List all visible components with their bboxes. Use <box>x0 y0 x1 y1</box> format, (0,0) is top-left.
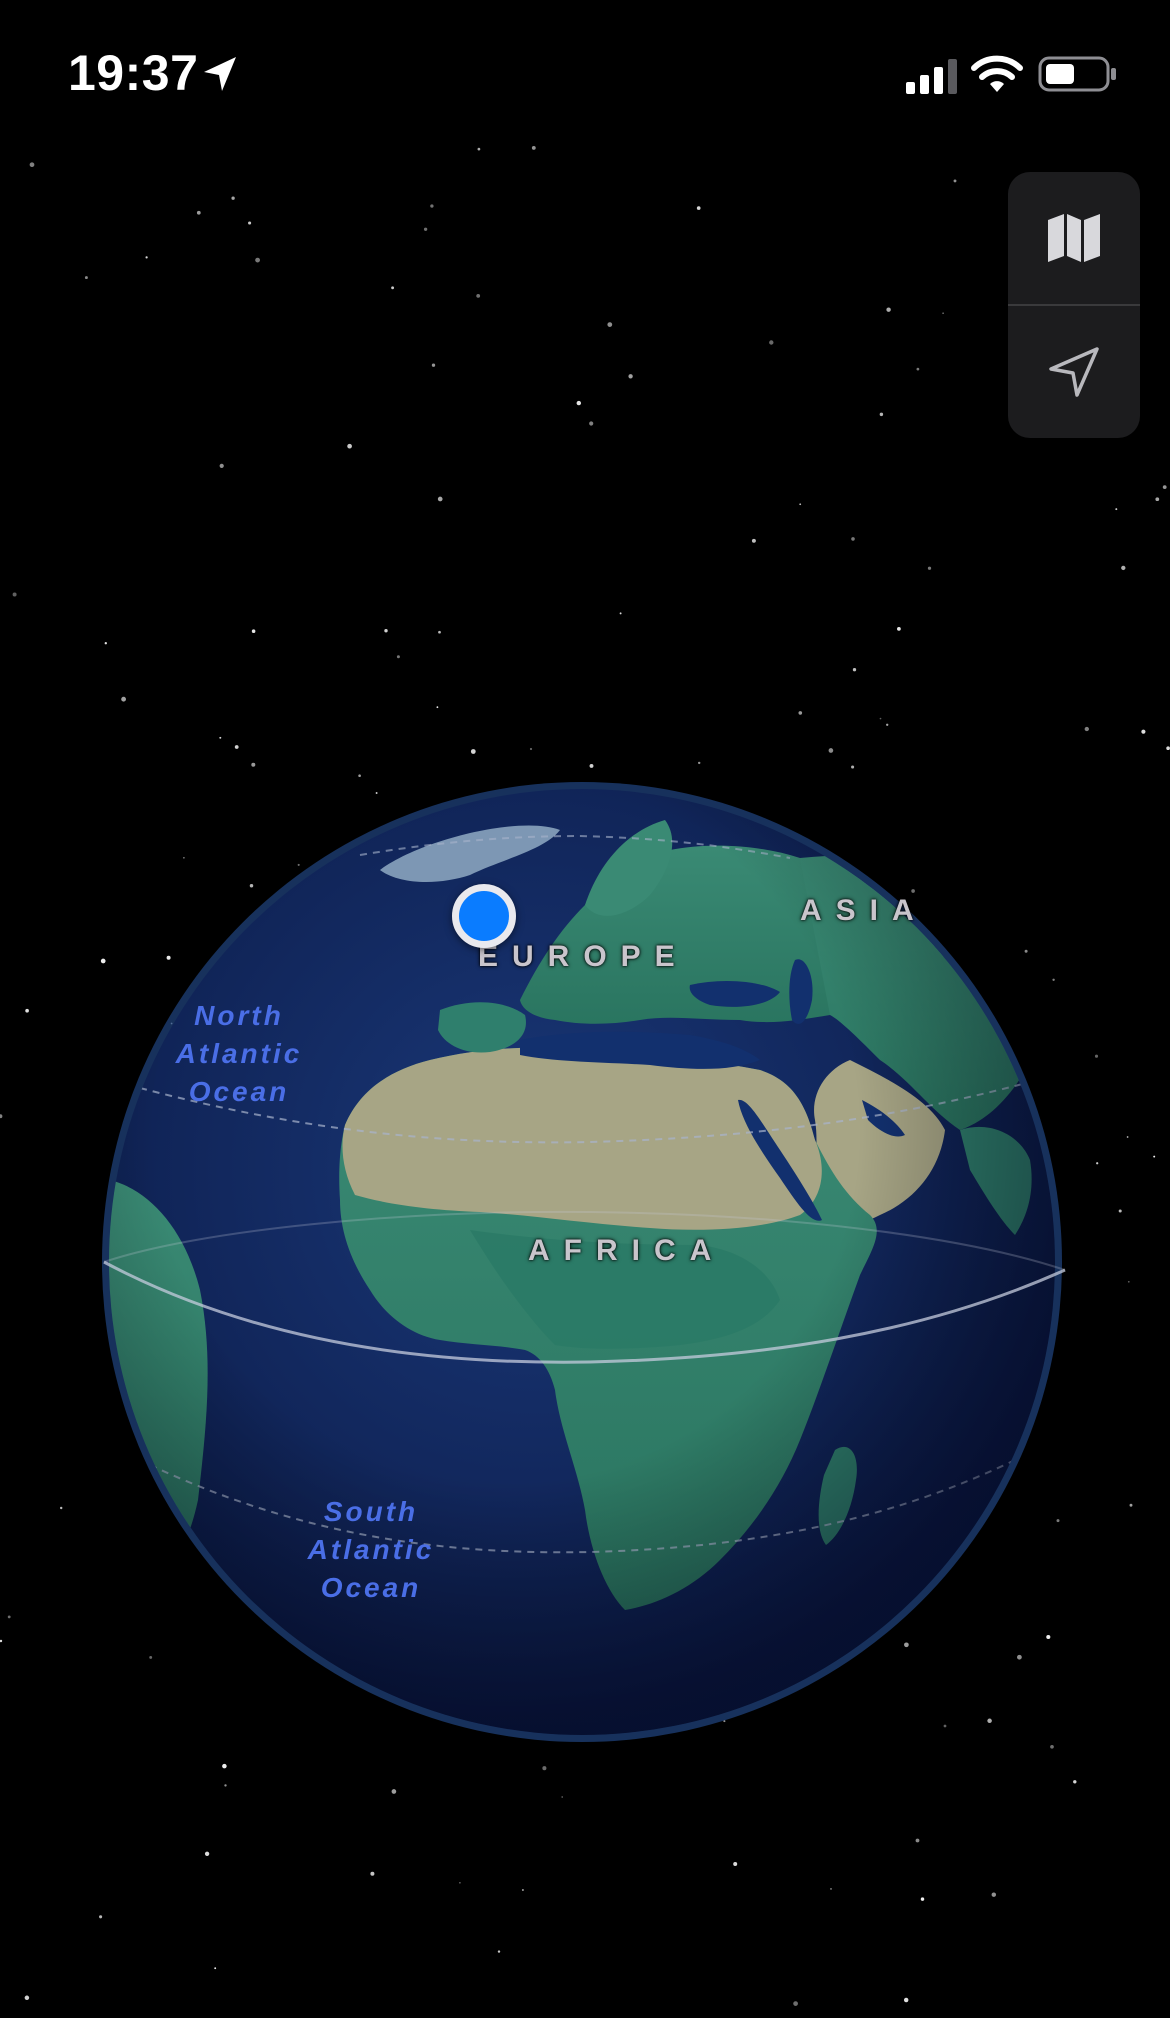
africa-label[interactable]: AFRICA <box>528 1234 725 1268</box>
north-atlantic-line-2: Atlantic <box>175 1038 303 1069</box>
north-atlantic-line-1: North <box>194 1000 284 1031</box>
south-atlantic-line-3: Ocean <box>320 1572 422 1603</box>
south-atlantic-line-2: Atlantic <box>307 1534 435 1565</box>
north-atlantic-line-3: Ocean <box>188 1076 290 1107</box>
user-location-dot[interactable] <box>452 884 516 948</box>
europe-label[interactable]: EUROPE <box>478 940 689 974</box>
south-atlantic-line-1: South <box>323 1496 419 1527</box>
asia-label[interactable]: ASIA <box>800 894 928 928</box>
north-atlantic-label[interactable]: North Atlantic Ocean <box>166 997 312 1111</box>
south-atlantic-label[interactable]: South Atlantic Ocean <box>298 1493 444 1607</box>
